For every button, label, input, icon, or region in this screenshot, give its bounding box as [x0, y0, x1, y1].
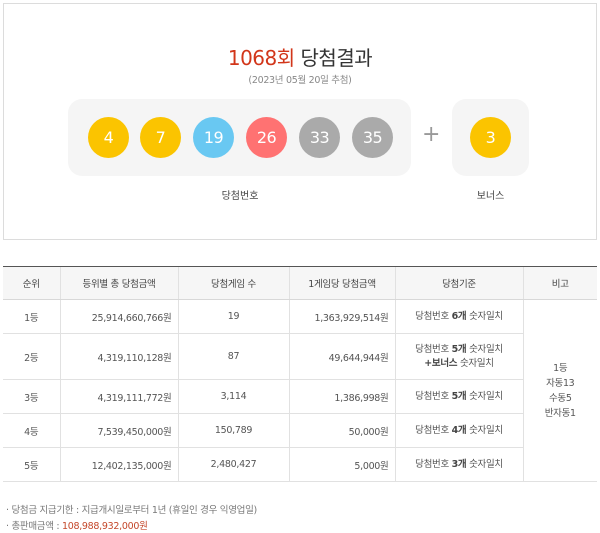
- rank-cell: 5등: [3, 447, 60, 482]
- criteria-text: 숫자일치: [466, 310, 503, 322]
- total-prize-cell: 4,319,110,128원: [59, 333, 178, 380]
- prize-per-game-cell: 1,386,998원: [288, 379, 395, 414]
- winning-numbers-panel: 4 7 19 26 33 35: [68, 99, 411, 176]
- criteria-text: 숫자일치: [457, 357, 494, 369]
- total-prize-cell: 7,539,450,000원: [59, 413, 178, 448]
- bonus-number-panel: 3: [452, 99, 529, 176]
- prize-per-game-cell: 50,000원: [288, 413, 395, 448]
- total-prize-cell: 25,914,660,766원: [59, 299, 178, 334]
- criteria-cell: 당첨번호 5개 숫자일치: [394, 379, 523, 414]
- note-line: 1등: [553, 362, 568, 374]
- number-ball: 33: [299, 117, 340, 158]
- note-cell: 1등 자동13 수동5 반자동1: [522, 299, 597, 482]
- header-criteria: 당첨기준: [394, 266, 523, 300]
- note-line: 반자동1: [544, 407, 576, 419]
- table-row: 3등 4,319,111,772원 3,114 1,386,998원 당첨번호 …: [3, 379, 597, 414]
- criteria-count: 3개: [451, 458, 467, 470]
- criteria-text: 숫자일치: [466, 343, 503, 355]
- winner-count-cell: 19: [177, 299, 289, 334]
- header-note: 비고: [522, 266, 597, 300]
- payout-deadline-note: · 당첨금 지급기한 : 지급개시일로부터 1년 (휴일인 경우 익영업일): [6, 505, 257, 516]
- number-ball: 26: [246, 117, 287, 158]
- criteria-text: 숫자일치: [466, 390, 503, 402]
- criteria-count: 6개: [451, 310, 467, 322]
- winner-count-cell: 87: [177, 333, 289, 380]
- table-row: 4등 7,539,450,000원 150,789 50,000원 당첨번호 4…: [3, 413, 597, 448]
- criteria-text: 숫자일치: [466, 424, 503, 436]
- criteria-text: 당첨번호: [415, 343, 452, 355]
- criteria-cell: 당첨번호 4개 숫자일치: [394, 413, 523, 448]
- bonus-label: 보너스: [476, 191, 505, 202]
- criteria-cell: 당첨번호 5개 숫자일치 +보너스 숫자일치: [394, 333, 523, 380]
- table-header-row: 순위 등위별 총 당첨금액 당첨게임 수 1게임당 당첨금액 당첨기준 비고: [3, 266, 597, 300]
- winner-count-cell: 3,114: [177, 379, 289, 414]
- rank-cell: 2등: [3, 333, 60, 380]
- note-line: 수동5: [548, 392, 572, 404]
- rank-cell: 1등: [3, 299, 60, 334]
- note-line: 자동13: [546, 377, 575, 389]
- rank-cell: 3등: [3, 379, 60, 414]
- header-winner-count: 당첨게임 수: [177, 266, 289, 300]
- criteria-cell: 당첨번호 3개 숫자일치: [394, 447, 523, 482]
- criteria-count: 5개: [451, 343, 467, 355]
- winner-count-cell: 150,789: [177, 413, 289, 448]
- winner-count-cell: 2,480,427: [177, 447, 289, 482]
- criteria-bonus: +보너스: [424, 357, 458, 369]
- number-ball: 4: [88, 117, 129, 158]
- criteria-text: 당첨번호: [415, 310, 452, 322]
- prize-per-game-cell: 5,000원: [288, 447, 395, 482]
- prize-per-game-cell: 1,363,929,514원: [288, 299, 395, 334]
- header-total-prize: 등위별 총 당첨금액: [59, 266, 178, 300]
- header-prize-per-game: 1게임당 당첨금액: [288, 266, 395, 300]
- criteria-count: 4개: [451, 424, 467, 436]
- criteria-text: 당첨번호: [415, 424, 452, 436]
- table-row: 1등 25,914,660,766원 19 1,363,929,514원 당첨번…: [3, 299, 597, 482]
- criteria-text: 숫자일치: [466, 458, 503, 470]
- prize-per-game-cell: 49,644,944원: [288, 333, 395, 380]
- number-ball: 7: [140, 117, 181, 158]
- page-title: 1068회 당첨결과: [0, 42, 600, 71]
- draw-round: 1068회: [227, 46, 295, 70]
- criteria-cell: 당첨번호 6개 숫자일치: [394, 299, 523, 334]
- total-sales-note: · 총판매금액 : 108,988,932,000원: [6, 518, 148, 532]
- total-prize-cell: 12,402,135,000원: [59, 447, 178, 482]
- table-row: 5등 12,402,135,000원 2,480,427 5,000원 당첨번호…: [3, 447, 597, 482]
- table-row: 2등 4,319,110,128원 87 49,644,944원 당첨번호 5개…: [3, 333, 597, 380]
- criteria-count: 5개: [451, 390, 467, 402]
- total-sales-label: · 총판매금액 :: [6, 521, 62, 532]
- plus-icon: +: [422, 122, 441, 147]
- total-prize-cell: 4,319,111,772원: [59, 379, 178, 414]
- title-suffix: 당첨결과: [300, 46, 373, 70]
- criteria-text: 당첨번호: [415, 458, 452, 470]
- number-ball: 19: [193, 117, 234, 158]
- bonus-ball: 3: [470, 117, 511, 158]
- winning-numbers-label: 당첨번호: [221, 191, 259, 202]
- number-ball: 35: [352, 117, 393, 158]
- draw-date: (2023년 05월 20일 추첨): [248, 75, 352, 86]
- criteria-text: 당첨번호: [415, 390, 452, 402]
- rank-cell: 4등: [3, 413, 60, 448]
- header-rank: 순위: [3, 266, 60, 300]
- prize-table: 순위 등위별 총 당첨금액 당첨게임 수 1게임당 당첨금액 당첨기준 비고 1…: [3, 266, 597, 482]
- total-sales-value: 108,988,932,000원: [61, 521, 148, 532]
